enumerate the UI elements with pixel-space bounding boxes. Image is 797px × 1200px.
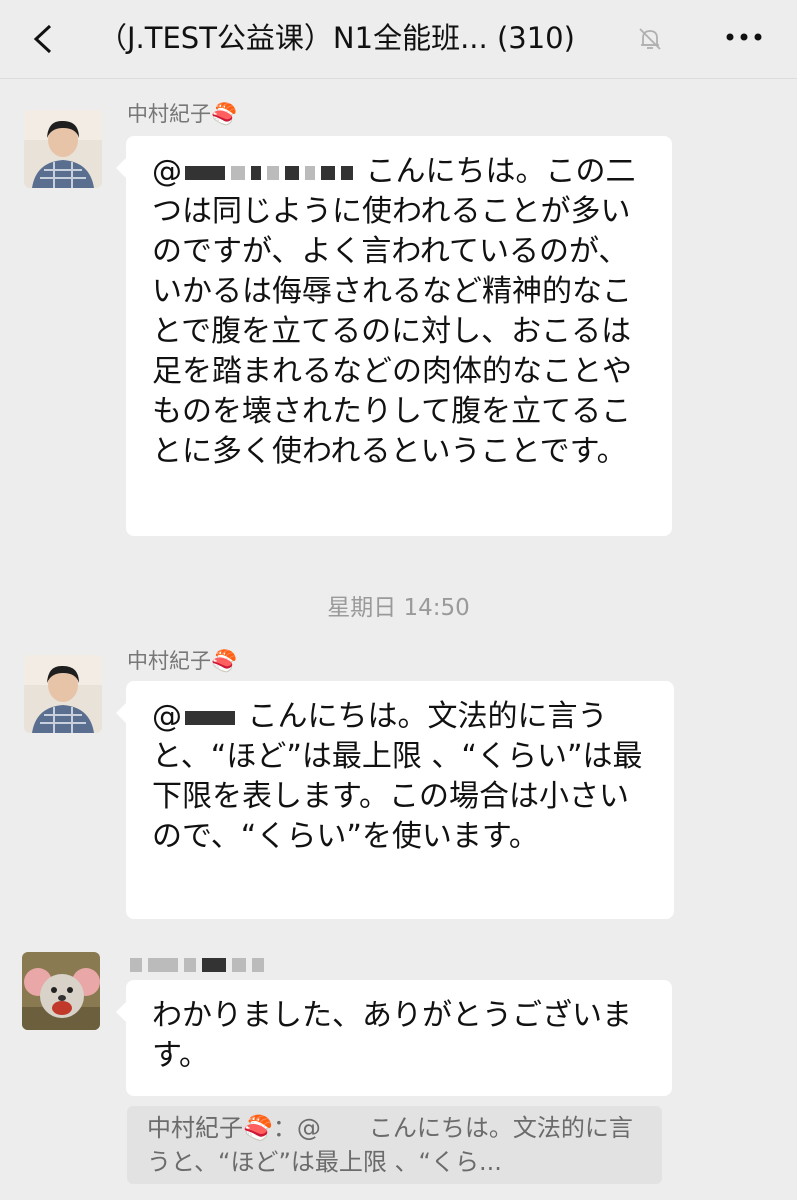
redacted-name [148,958,178,972]
quoted-message[interactable]: 中村紀子🍣：@ こんにちは。文法的に言うと、“ほど”は最上限 、“くら... [127,1106,662,1184]
avatar[interactable] [22,952,100,1030]
quote-text: 中村紀子🍣：@ こんにちは。文法的に言うと、“ほど”は最上限 、“くら... [147,1114,633,1176]
more-button[interactable] [722,24,766,50]
redacted-name [252,958,264,972]
redacted-name [185,710,235,725]
avatar[interactable] [24,110,102,188]
timestamp: 星期日 14:50 [327,595,470,621]
avatar[interactable] [24,655,102,733]
sender-name: 中村紀子🍣 [127,649,238,673]
chevron-left-icon [33,24,52,54]
redacted-name [267,165,279,180]
message-text: わかりました、ありがとうございます。 [152,998,632,1073]
redacted-name [285,165,299,180]
redacted-name [185,165,225,180]
more-icon [726,33,762,41]
redacted-name [251,165,261,180]
message-text: @ こんにちは。文法的に言うと、“ほど”は最上限 、“くらい”は最下限を表します… [152,699,643,854]
back-button[interactable] [30,24,56,54]
message-text: @ こんにちは。この二つは同じように使われることが多いのですが、よく言われている… [152,154,636,469]
redacted-name [202,958,226,972]
mention: @ [152,154,182,189]
redacted-name [130,958,142,972]
redacted-name [232,958,246,972]
mention: @ [152,699,182,734]
sender-name: 中村紀子🍣 [127,102,238,126]
message-bubble[interactable]: わかりました、ありがとうございます。 [116,980,672,1096]
redacted-name [231,165,245,180]
sender-name [127,950,267,978]
message-bubble[interactable]: @ こんにちは。文法的に言うと、“ほど”は最上限 、“くらい”は最下限を表します… [116,681,674,919]
chat-title[interactable]: （J.TEST公益课）N1全能班... (310) [98,18,658,58]
redacted-name [321,165,335,180]
redacted-name [341,165,353,180]
redacted-name [184,958,196,972]
redacted-name [305,165,315,180]
bell-off-icon [637,26,663,52]
message-bubble[interactable]: @ こんにちは。この二つは同じように使われることが多いのですが、よく言われている… [116,136,672,536]
chat-header: （J.TEST公益课）N1全能班... (310) [0,0,797,79]
